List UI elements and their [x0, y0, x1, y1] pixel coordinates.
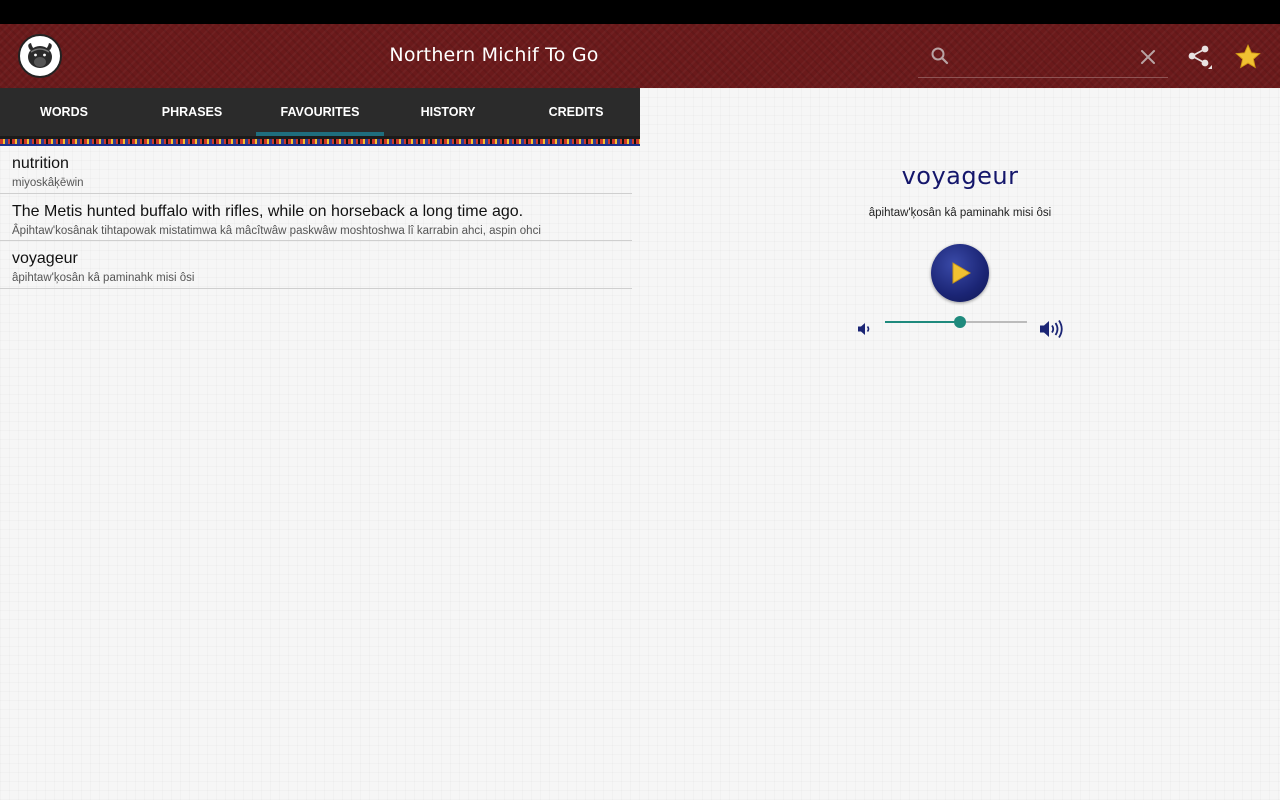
list-item-translation: âpihtaw'ķosân kâ paminahk misi ôsi	[12, 272, 195, 284]
metis-sash-divider	[0, 136, 640, 146]
tab-history[interactable]: HISTORY	[384, 88, 512, 136]
share-icon[interactable]	[1186, 44, 1212, 70]
detail-translation: âpihtaw'ķosân kâ paminahk misi ôsi	[868, 207, 1052, 219]
list-item[interactable]: The Metis hunted buffalo with rifles, wh…	[0, 194, 632, 241]
detail-panel: voyageur âpihtaw'ķosân kâ paminahk misi …	[640, 146, 1280, 800]
list-item-translation: miyoskâķēwin	[12, 177, 84, 189]
star-icon[interactable]	[1234, 43, 1262, 71]
list-item-translation: Âpihtaw'kosânak tihtapowak mistatimwa kâ…	[12, 224, 541, 237]
favourites-list: nutrition miyoskâķēwin The Metis hunted …	[0, 146, 640, 289]
search-box[interactable]	[918, 36, 1168, 78]
volume-slider[interactable]	[885, 316, 1027, 328]
list-item-title: voyageur	[12, 250, 78, 267]
list-item-title: The Metis hunted buffalo with rifles, wh…	[12, 202, 524, 220]
search-icon	[931, 47, 949, 65]
tab-phrases[interactable]: PHRASES	[128, 88, 256, 136]
play-button[interactable]	[931, 244, 989, 302]
detail-word: voyageur	[901, 162, 1019, 190]
tab-bar: WORDS PHRASES FAVOURITES HISTORY CREDITS	[0, 88, 640, 146]
volume-slider-fill	[885, 321, 961, 323]
list-item[interactable]: voyageur âpihtaw'ķosân kâ paminahk misi …	[0, 241, 632, 289]
app-title: Northern Michif To Go	[389, 44, 599, 66]
volume-high-icon	[1040, 320, 1063, 338]
status-bar	[0, 0, 1280, 24]
list-item-title: nutrition	[12, 155, 69, 172]
tab-words[interactable]: WORDS	[0, 88, 128, 136]
tab-credits[interactable]: CREDITS	[512, 88, 640, 136]
volume-low-icon	[858, 323, 870, 335]
search-input[interactable]	[958, 44, 1128, 70]
tab-favourites[interactable]: FAVOURITES	[256, 88, 384, 136]
list-item[interactable]: nutrition miyoskâķēwin	[0, 146, 632, 194]
app-bar: Northern Michif To Go	[0, 24, 1280, 88]
play-icon	[952, 262, 971, 284]
close-icon[interactable]	[1138, 47, 1158, 67]
volume-slider-thumb[interactable]	[954, 316, 967, 328]
